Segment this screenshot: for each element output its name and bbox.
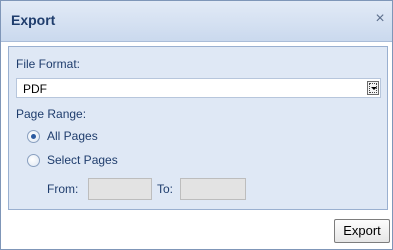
all-pages-radio[interactable]	[27, 130, 40, 143]
select-pages-label[interactable]: Select Pages	[47, 153, 118, 167]
export-dialog: Export × File Format: PDF Page Range: Al…	[0, 0, 393, 250]
dialog-titlebar: Export ×	[1, 1, 392, 42]
select-pages-radio[interactable]	[27, 154, 40, 167]
chevron-down-icon[interactable]	[367, 81, 379, 95]
page-range-label: Page Range:	[16, 107, 87, 121]
from-page-input[interactable]	[88, 178, 152, 200]
from-label: From:	[47, 182, 79, 196]
export-options-panel: File Format: PDF Page Range: All Pages S…	[8, 46, 388, 210]
to-page-input[interactable]	[180, 178, 246, 200]
file-format-label: File Format:	[16, 57, 81, 71]
file-format-value: PDF	[23, 82, 47, 96]
file-format-select[interactable]: PDF	[16, 78, 381, 98]
export-button[interactable]: Export	[334, 219, 390, 243]
dialog-title: Export	[11, 12, 56, 28]
all-pages-label[interactable]: All Pages	[47, 129, 98, 143]
to-label: To:	[157, 182, 174, 196]
close-icon[interactable]: ×	[372, 10, 388, 28]
